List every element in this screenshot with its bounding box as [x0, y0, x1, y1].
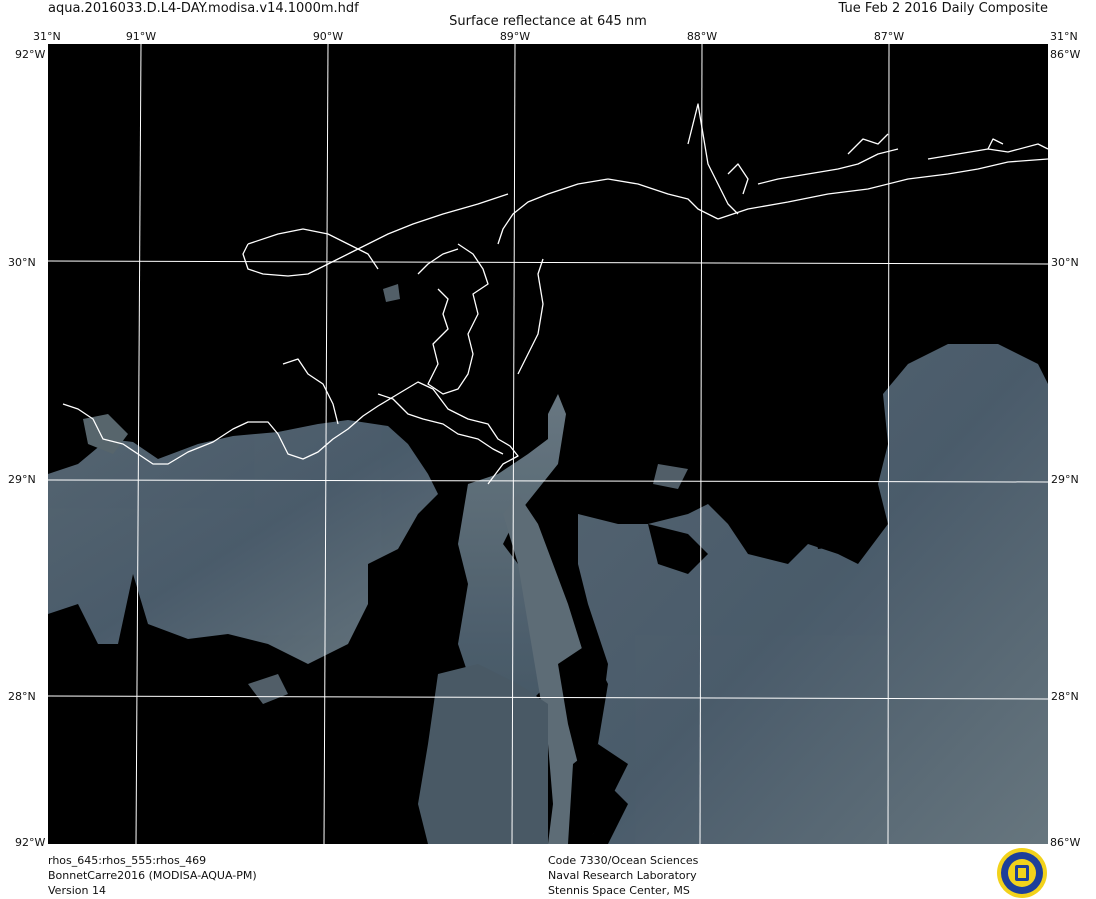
cloud-patch-south — [418, 664, 548, 844]
footer-center: Code 7330/Ocean Sciences Naval Research … — [548, 853, 698, 898]
lon-label-corner-tr: 86°W — [1050, 48, 1081, 61]
footer-left-line-3: Version 14 — [48, 884, 106, 897]
footer-center-line-3: Stennis Space Center, MS — [548, 884, 690, 897]
footer-left: rhos_645:rhos_555:rhos_469 BonnetCarre20… — [48, 853, 257, 898]
lon-label-corner-br: 86°W — [1050, 836, 1081, 849]
lon-label-top-4: 87°W — [873, 30, 905, 43]
footer-left-line-2: BonnetCarre2016 (MODISA-AQUA-PM) — [48, 869, 257, 882]
lat-label-right-1: 29°N — [1051, 473, 1079, 486]
lat-label-left-2: 28°N — [8, 690, 36, 703]
lon-label-top-3: 88°W — [686, 30, 718, 43]
footer-center-line-2: Naval Research Laboratory — [548, 869, 697, 882]
header-title: Surface reflectance at 645 nm — [449, 14, 647, 29]
lat-label-top-left: 31°N — [33, 30, 61, 43]
lat-label-left-1: 29°N — [8, 473, 36, 486]
lon-label-top-0: 91°W — [125, 30, 157, 43]
lon-label-top-2: 89°W — [499, 30, 531, 43]
satellite-map — [48, 44, 1048, 844]
map-panel[interactable] — [48, 44, 1048, 844]
lat-label-right-0: 30°N — [1051, 256, 1079, 269]
footer-left-line-1: rhos_645:rhos_555:rhos_469 — [48, 854, 207, 867]
lat-label-right-2: 28°N — [1051, 690, 1079, 703]
lon-label-corner-bl: 92°W — [15, 836, 46, 849]
lon-label-top-1: 90°W — [312, 30, 344, 43]
nrl-seal-icon — [997, 848, 1047, 898]
header-date: Tue Feb 2 2016 Daily Composite — [838, 1, 1048, 16]
footer-center-line-1: Code 7330/Ocean Sciences — [548, 854, 699, 867]
lon-label-corner-tl: 92°W — [15, 48, 46, 61]
lat-label-top-right: 31°N — [1050, 30, 1078, 43]
lat-label-left-0: 30°N — [8, 256, 36, 269]
